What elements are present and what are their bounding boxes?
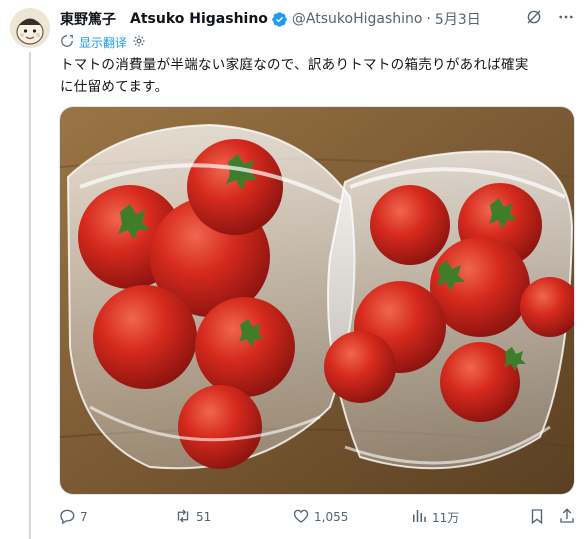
- settings-gear-icon[interactable]: [132, 34, 146, 51]
- tweet-photo[interactable]: [59, 106, 575, 495]
- tomatoes-image: [60, 107, 574, 494]
- heart-icon: [292, 507, 310, 528]
- bookmark-icon: [528, 507, 546, 528]
- bookmark-button[interactable]: [528, 506, 546, 528]
- tweet-header: 東野篤子 Atsuko Higashino @AtsukoHigashino ·…: [60, 8, 575, 30]
- tweet-text-line: トマトの消費量が半端ない家庭なので、訳ありトマトの箱売りがあれば確実: [60, 57, 529, 73]
- views-button[interactable]: 11万: [410, 506, 459, 528]
- tweet-text-line: に仕留めてます。: [60, 79, 169, 95]
- avatar[interactable]: [10, 8, 50, 48]
- share-button[interactable]: [558, 506, 576, 528]
- repost-button[interactable]: 51: [174, 506, 211, 528]
- tweet-text: トマトの消費量が半端ない家庭なので、訳ありトマトの箱売りがあれば確実 に仕留めて…: [60, 54, 575, 98]
- like-count: 1,055: [314, 510, 349, 524]
- repost-icon: [174, 507, 192, 528]
- action-bar: 7 51 1,055 11万: [58, 506, 578, 528]
- display-name[interactable]: Atsuko Higashino: [130, 11, 268, 27]
- like-button[interactable]: 1,055: [292, 506, 348, 528]
- grok-icon[interactable]: [525, 8, 543, 30]
- more-options-icon[interactable]: [557, 8, 575, 30]
- reply-button[interactable]: 7: [58, 506, 88, 528]
- views-count: 11万: [432, 510, 460, 525]
- author-name[interactable]: 東野篤子: [60, 9, 116, 29]
- translate-globe-icon: [60, 34, 74, 51]
- thread-line: [29, 52, 31, 539]
- repost-count: 51: [196, 510, 212, 524]
- views-icon: [410, 507, 428, 528]
- author-handle[interactable]: @AtsukoHigashino: [292, 11, 423, 27]
- share-icon: [558, 507, 576, 528]
- post-date[interactable]: 5月3日: [435, 9, 481, 29]
- translate-link[interactable]: 显示翻译: [79, 34, 127, 51]
- reply-icon: [58, 507, 76, 528]
- translate-row: 显示翻译: [60, 33, 146, 51]
- reply-count: 7: [80, 510, 88, 524]
- verified-badge-icon[interactable]: [271, 11, 288, 28]
- separator-dot: ·: [426, 11, 431, 27]
